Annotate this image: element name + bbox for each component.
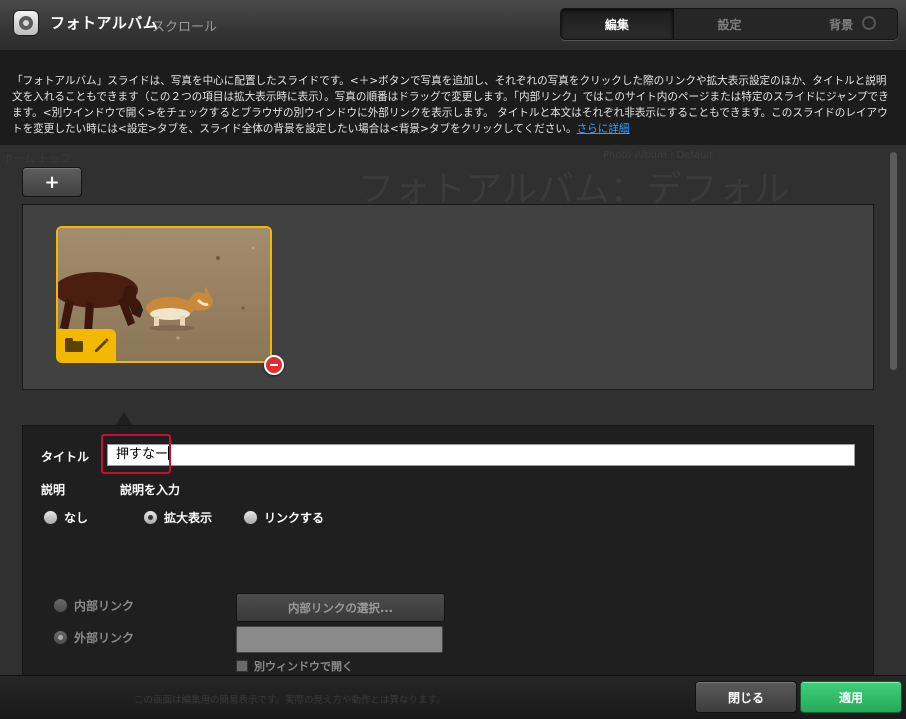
close-button[interactable]: 閉じる [695,681,797,713]
open-new-window-checkbox[interactable]: 別ウィンドウで開く [236,658,353,674]
pencil-icon[interactable] [92,336,110,354]
title-input-value: 押すなー [116,447,169,462]
description-label: 説明 [41,483,66,497]
window-header: フォトアルバム スクロール 編集 設定 背景 [0,0,906,51]
radio-external-link[interactable] [53,630,68,645]
ghost-gear-icon [862,16,876,30]
checkbox-box[interactable] [236,660,248,672]
ghost-tab-text: スクロール [152,20,218,35]
click-option-link-label: リンクする [264,511,325,525]
photo-thumbnail[interactable] [56,226,272,363]
click-option-zoom-label: 拡大表示 [164,511,213,525]
tab-settings[interactable]: 設定 [674,9,786,39]
click-option-zoom[interactable]: 拡大表示 [143,509,212,526]
internal-link-label: 内部リンク [74,599,135,613]
tab-edit[interactable]: 編集 [561,9,674,39]
tab-background[interactable]: 背景 [785,9,897,39]
more-details-link[interactable]: さらに詳細 [577,123,630,135]
description-input[interactable]: 説明を入力 [120,481,180,498]
external-link-label: 外部リンク [74,631,135,645]
photo-detail-panel: タイトル 押すなー 説明 説明を入力 なし 拡大表示 リンクする 内部リンク 外… [22,425,874,676]
click-option-none[interactable]: なし [43,509,88,526]
help-text: 「フォトアルバム」スライドは、写真を中心に配置したスライドです。<＋>ボタンで写… [12,75,889,135]
external-link-option[interactable]: 外部リンク [53,629,134,646]
add-photo-button[interactable]: + [22,167,82,197]
ghost-footer-text: この画面は編集用の簡易表示です。実際の見え方や動作とは異なります。 [134,695,446,706]
title-label: タイトル [41,450,90,464]
open-new-window-label: 別ウィンドウで開く [254,660,353,673]
dialog-footer: この画面は編集用の簡易表示です。実際の見え方や動作とは異なります。 閉じる 適用 [0,675,906,719]
external-url-input[interactable] [236,626,443,653]
apply-button[interactable]: 適用 [800,681,902,713]
title-input[interactable]: 押すなー [107,444,855,466]
click-option-link[interactable]: リンクする [243,509,324,526]
radio-internal-link[interactable] [53,598,68,613]
tab-bar: 編集 設定 背景 [560,8,898,40]
radio-link[interactable] [243,510,258,525]
panel-pointer [115,412,133,426]
ghost-breadcrumb: ホーム トップ [2,152,72,165]
camera-icon [14,11,38,35]
internal-link-select-button[interactable]: 内部リンクの選択... [236,593,445,622]
radio-none[interactable] [43,510,58,525]
text-caret [168,446,170,460]
folder-icon[interactable] [64,338,83,352]
click-option-none-label: なし [64,511,89,525]
help-description: 「フォトアルバム」スライドは、写真を中心に配置したスライドです。<＋>ボタンで写… [0,51,906,145]
thumbnail-tools [58,329,116,361]
remove-photo-button[interactable] [264,355,284,375]
vertical-scrollbar[interactable] [890,152,897,370]
radio-zoom[interactable] [143,510,158,525]
photo-list-panel [22,204,874,390]
ghost-page-subtitle: Photo Album : Default [603,150,714,161]
internal-link-option[interactable]: 内部リンク [53,597,134,614]
window-title: フォトアルバム [50,14,159,32]
